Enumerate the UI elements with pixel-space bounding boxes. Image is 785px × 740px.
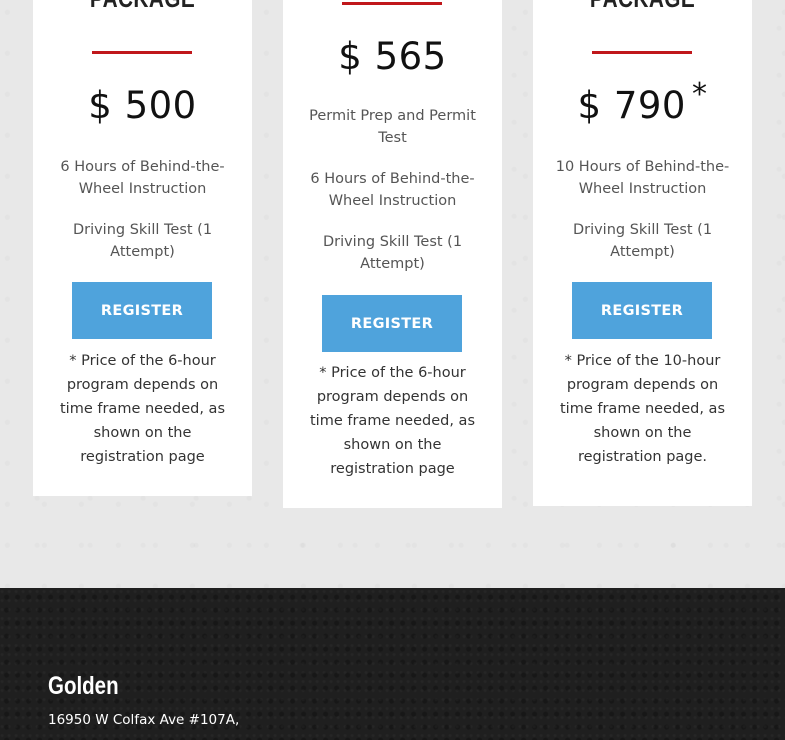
price-note: * Price of the 6-hour program depends on… [60, 353, 225, 465]
feature-item: 10 Hours of Behind-the-Wheel Instruction [555, 159, 730, 197]
package-price: $ 565 [283, 35, 502, 78]
package-title: PACKAGE [555, 0, 730, 16]
register-button[interactable]: REGISTER [72, 282, 212, 339]
price-value: $ 790 [577, 84, 686, 127]
location-title: Golden [48, 672, 119, 700]
pricing-section: PACKAGE $ 500 6 Hours of Behind-the-Whee… [0, 0, 785, 588]
package-card-10hr: PACKAGE $ 790* 10 Hours of Behind-the-Wh… [533, 0, 752, 506]
title-divider [592, 51, 692, 54]
register-button[interactable]: REGISTER [572, 282, 712, 339]
package-card-permit-6hr: $ 565 Permit Prep and Permit Test 6 Hour… [283, 0, 502, 508]
register-button[interactable]: REGISTER [322, 295, 462, 352]
price-value: $ 565 [338, 35, 447, 78]
package-price: $ 790 * [533, 77, 752, 127]
title-divider [342, 2, 442, 5]
site-footer: Golden 16950 W Colfax Ave #107A, [0, 588, 785, 740]
feature-item: Driving Skill Test (1 Attempt) [322, 234, 463, 272]
feature-item: 6 Hours of Behind-the-Wheel Instruction [60, 159, 225, 197]
feature-item: Permit Prep and Permit Test [309, 108, 476, 146]
feature-item: Driving Skill Test (1 Attempt) [572, 222, 713, 260]
price-asterisk: * [691, 77, 708, 112]
title-divider [92, 51, 192, 54]
location-address: 16950 W Colfax Ave #107A, [48, 712, 240, 728]
price-value: $ 500 [88, 84, 197, 127]
price-note: * Price of the 6-hour program depends on… [310, 365, 475, 477]
package-price: $ 500 [33, 84, 252, 127]
package-title: PACKAGE [55, 0, 230, 16]
price-note: * Price of the 10-hour program depends o… [560, 353, 725, 465]
feature-item: Driving Skill Test (1 Attempt) [72, 222, 213, 260]
feature-item: 6 Hours of Behind-the-Wheel Instruction [310, 171, 475, 209]
package-card-6hr: PACKAGE $ 500 6 Hours of Behind-the-Whee… [33, 0, 252, 496]
